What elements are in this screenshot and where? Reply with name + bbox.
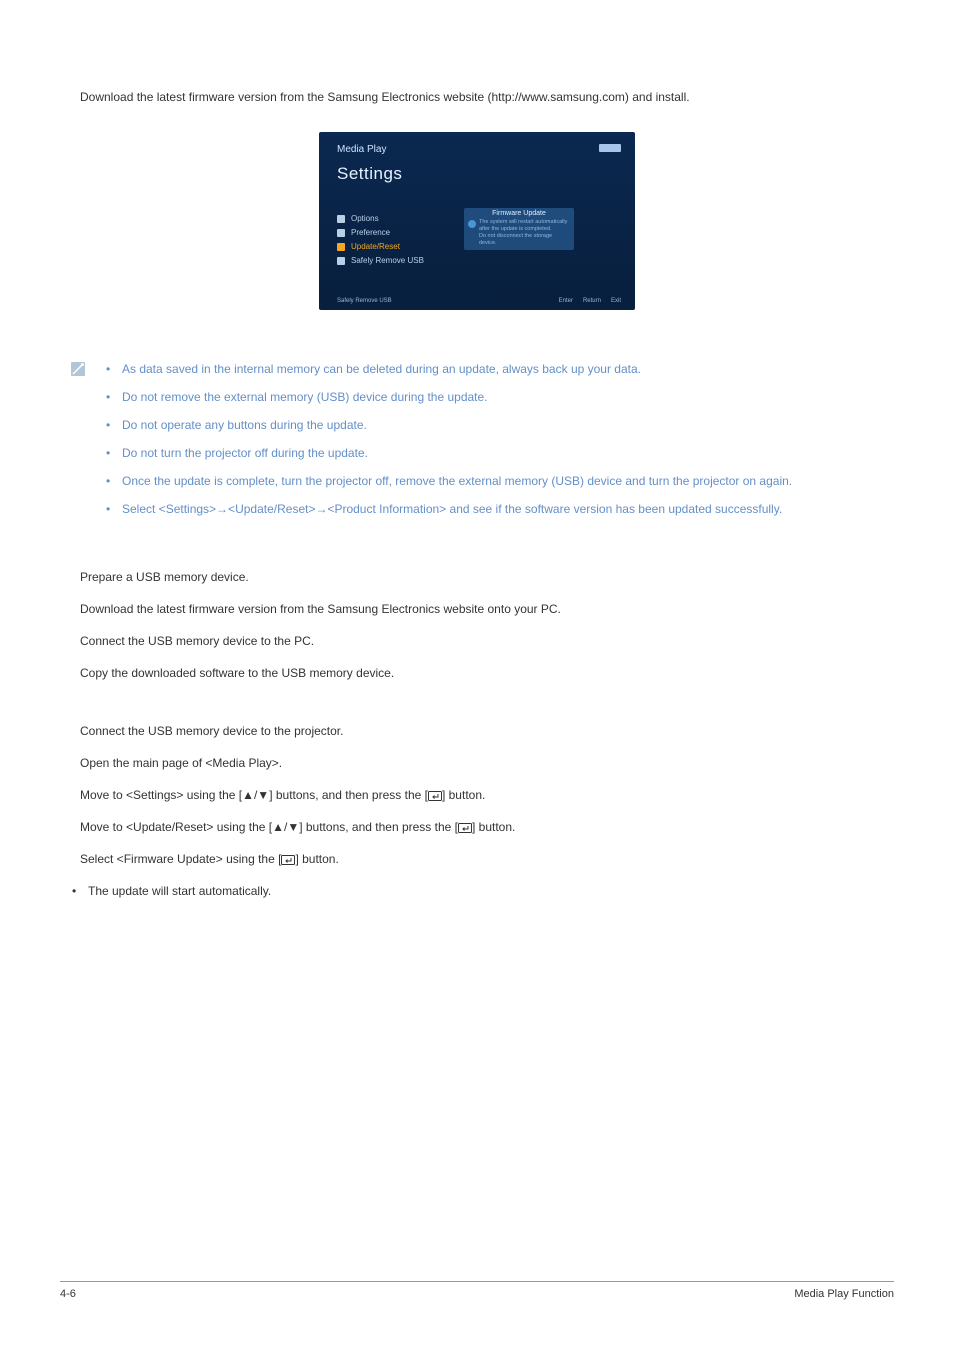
ss-menu-update-label: Update/Reset	[351, 240, 400, 254]
enter-icon	[428, 790, 442, 801]
prep-step: Download the latest firmware version fro…	[80, 600, 894, 618]
update-step: Move to <Update/Reset> using the [▲/▼] b…	[80, 818, 894, 836]
ss-menu-safely: Safely Remove USB	[337, 254, 467, 268]
wrench-icon	[337, 215, 345, 223]
ss-firmware-panel: Firmware Update The system will restart …	[464, 208, 574, 250]
update-section: Connect the USB memory device to the pro…	[80, 722, 894, 868]
ss-menu-preference: Preference	[337, 226, 467, 240]
update-step5-a: Select <Firmware Update> using the [	[80, 852, 281, 866]
caution-item: Do not turn the projector off during the…	[100, 444, 792, 462]
settings-screenshot: Media Play Settings Options Preference U…	[319, 132, 635, 310]
enter-icon	[458, 822, 472, 833]
update-step3-b: ] button.	[442, 788, 485, 802]
ss-mediaplay-label: Media Play	[337, 144, 386, 155]
caution-item: Do not remove the external memory (USB) …	[100, 388, 792, 406]
ss-menu-update: Update/Reset	[337, 240, 467, 254]
update-step: Move to <Settings> using the [▲/▼] butto…	[80, 786, 894, 804]
ss-menu-options-label: Options	[351, 212, 379, 226]
page-number: 4-6	[60, 1288, 76, 1300]
ss-menu: Options Preference Update/Reset Safely R…	[337, 212, 467, 268]
update-step4-a: Move to <Update/Reset> using the [▲/▼] b…	[80, 820, 458, 834]
prep-step: Prepare a USB memory device.	[80, 568, 894, 586]
eject-icon	[337, 257, 345, 265]
pref-icon	[337, 229, 345, 237]
ss-menu-safely-label: Safely Remove USB	[351, 254, 424, 268]
prep-step: Connect the USB memory device to the PC.	[80, 632, 894, 650]
caution-list: As data saved in the internal memory can…	[100, 360, 792, 528]
ss-footer-exit: Exit	[611, 298, 621, 304]
update-step4-b: ] button.	[472, 820, 515, 834]
ss-menu-preference-label: Preference	[351, 226, 390, 240]
caution-item: As data saved in the internal memory can…	[100, 360, 792, 378]
intro-text: Download the latest firmware version fro…	[80, 90, 894, 104]
ss-footer: Safely Remove USB Enter Return Exit	[337, 298, 621, 304]
ss-footer-enter: Enter	[559, 298, 573, 304]
enter-icon	[281, 854, 295, 865]
info-icon	[468, 220, 476, 228]
caution-item: Select <Settings>→<Update/Reset>→<Produc…	[100, 500, 792, 518]
update-step3-a: Move to <Settings> using the [▲/▼] butto…	[80, 788, 428, 802]
ss-footer-left: Safely Remove USB	[337, 298, 392, 304]
update-step: Select <Firmware Update> using the [ ] bu…	[80, 850, 894, 868]
ss-panel-text: The system will restart automatically af…	[479, 219, 570, 247]
update-step: Open the main page of <Media Play>.	[80, 754, 894, 772]
usb-icon	[599, 144, 621, 152]
caution-block: As data saved in the internal memory can…	[70, 360, 894, 528]
page-footer: 4-6 Media Play Function	[60, 1281, 894, 1300]
ss-menu-options: Options	[337, 212, 467, 226]
caution-item: Once the update is complete, turn the pr…	[100, 472, 792, 490]
update-step5-b: ] button.	[295, 852, 338, 866]
ss-footer-return: Return	[583, 298, 601, 304]
auto-list: The update will start automatically.	[66, 882, 894, 900]
ss-panel-title: Firmware Update	[468, 210, 570, 217]
auto-item: The update will start automatically.	[66, 882, 894, 900]
prep-section: Prepare a USB memory device. Download th…	[80, 568, 894, 682]
update-step: Connect the USB memory device to the pro…	[80, 722, 894, 740]
ss-panel-line2: after the update is completed.	[479, 226, 570, 233]
update-icon	[337, 243, 345, 251]
prep-step: Copy the downloaded software to the USB …	[80, 664, 894, 682]
ss-panel-line3: Do not disconnect the storage device.	[479, 233, 570, 247]
note-icon	[70, 361, 86, 377]
section-name: Media Play Function	[794, 1288, 894, 1300]
ss-settings-title: Settings	[337, 164, 402, 184]
ss-panel-line1: The system will restart automatically	[479, 219, 570, 226]
caution-item: Do not operate any buttons during the up…	[100, 416, 792, 434]
